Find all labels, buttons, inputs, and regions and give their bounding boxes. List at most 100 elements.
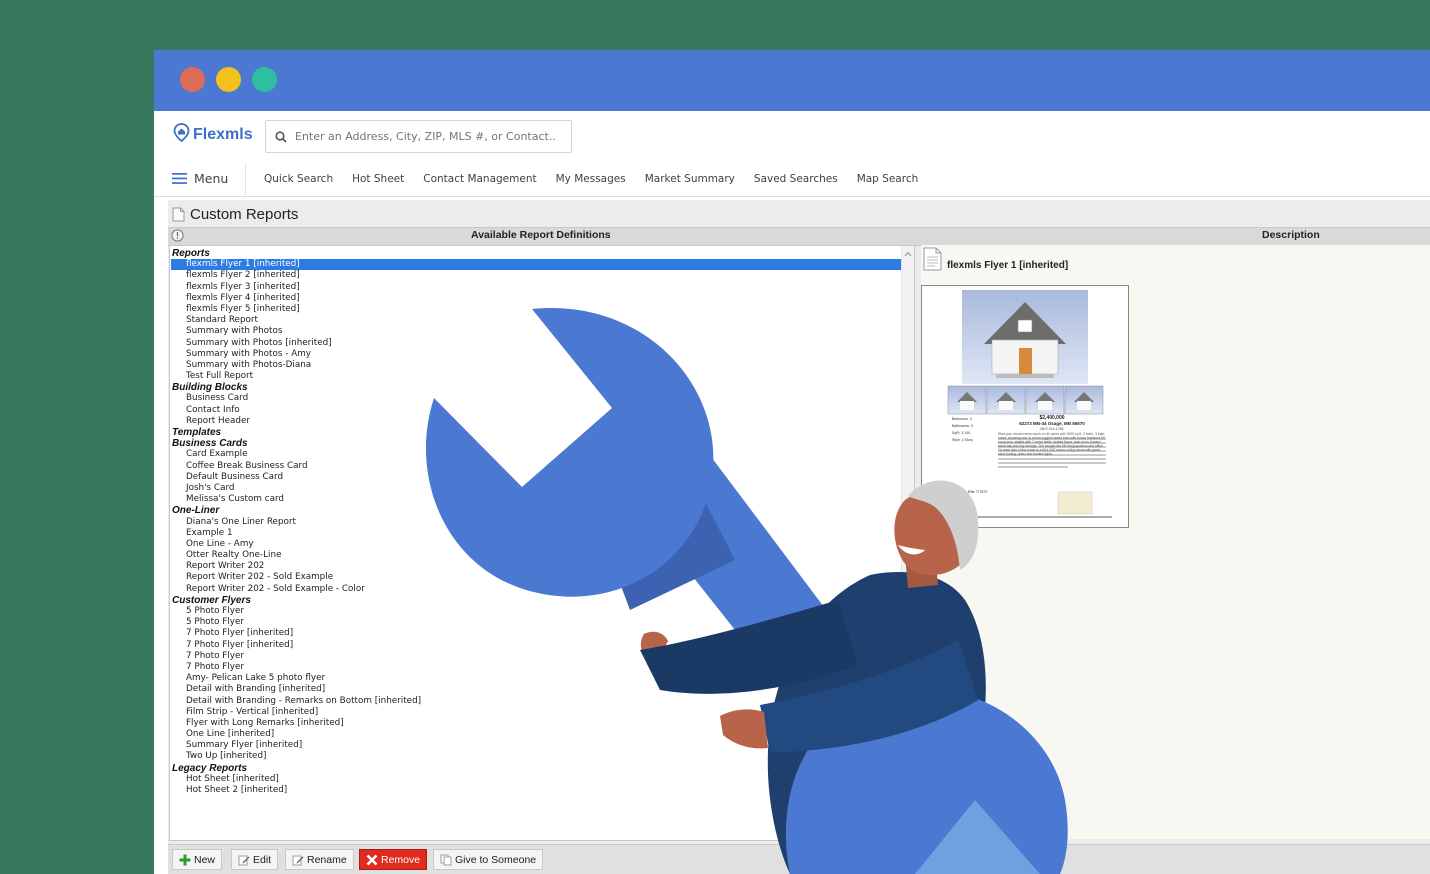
hamburger-icon (172, 173, 187, 184)
report-doc-icon (923, 247, 942, 275)
custom-reports-panel: Custom Reports Available Report Definiti… (168, 200, 1430, 874)
report-list-item[interactable]: One Line [inherited] (171, 729, 901, 740)
minimize-window-button[interactable] (216, 67, 241, 92)
zoom-window-button[interactable] (252, 67, 277, 92)
rename-button[interactable]: Rename (285, 849, 354, 870)
copy-icon (440, 854, 452, 866)
edit-button[interactable]: Edit (231, 849, 279, 870)
flyer-preview: $2,400,000 62273 MN-34 Osage, MN 56570 M… (921, 285, 1129, 528)
main-nav: Menu Quick Search Hot Sheet Contact Mana… (154, 161, 1430, 197)
nav-quick-search[interactable]: Quick Search (264, 173, 333, 185)
nav-hot-sheet[interactable]: Hot Sheet (352, 173, 404, 185)
report-toolbar: New Edit Rename Remove Give to Someone (168, 844, 1430, 874)
page-title: Custom Reports (190, 205, 299, 223)
report-list-item[interactable]: Film Strip - Vertical [inherited] (171, 707, 901, 718)
document-icon (172, 207, 185, 222)
report-group-header[interactable]: One-Liner (171, 505, 901, 516)
report-list-item[interactable]: Melissa's Custom card (171, 494, 901, 505)
list-scrollbar[interactable] (901, 246, 914, 840)
report-list-item[interactable]: Test Full Report (171, 371, 901, 382)
report-list-item[interactable]: Business Card (171, 393, 901, 404)
report-list-item[interactable]: Standard Report (171, 315, 901, 326)
edit-button-label: Edit (253, 853, 272, 866)
menu-button[interactable]: Menu (172, 161, 228, 196)
preview-footer: Listed Presentation of: Elite 777879 (932, 490, 988, 494)
report-group-header[interactable]: Business Cards (171, 438, 901, 449)
nav-map-search[interactable]: Map Search (857, 173, 919, 185)
report-list-item[interactable]: Summary with Photos - Amy (171, 349, 901, 360)
report-list-item[interactable]: Report Writer 202 (171, 561, 901, 572)
report-list-item[interactable]: flexmls Flyer 3 [inherited] (171, 282, 901, 293)
report-group-header[interactable]: Reports (171, 248, 901, 259)
x-icon (366, 854, 378, 866)
remove-button[interactable]: Remove (359, 849, 428, 870)
report-list-item[interactable]: 7 Photo Flyer (171, 651, 901, 662)
report-list-item[interactable]: Hot Sheet 2 [inherited] (171, 785, 901, 796)
report-list-item[interactable]: Diana's One Liner Report (171, 517, 901, 528)
nav-contact-management[interactable]: Contact Management (423, 173, 536, 185)
home-pin-icon (173, 123, 190, 147)
app-window: Flexmls Menu Quick Search Hot Sheet Cont… (154, 50, 1430, 874)
report-list-item[interactable]: Detail with Branding [inherited] (171, 684, 901, 695)
give-to-someone-button[interactable]: Give to Someone (433, 849, 544, 870)
preview-remarks: Start your dream home ranch on 60 acres … (998, 432, 1106, 456)
flexmls-logo[interactable]: Flexmls (173, 123, 253, 147)
report-group-header[interactable]: Templates (171, 427, 901, 438)
give-button-label: Give to Someone (455, 853, 537, 866)
report-list-item[interactable]: Example 1 (171, 528, 901, 539)
nav-my-messages[interactable]: My Messages (556, 173, 626, 185)
global-search[interactable] (265, 120, 572, 153)
info-icon[interactable] (171, 229, 184, 242)
page-title-row: Custom Reports (172, 204, 298, 224)
nav-divider (245, 163, 246, 195)
report-list-item[interactable]: Summary with Photos (171, 326, 901, 337)
report-list-item[interactable]: 7 Photo Flyer [inherited] (171, 628, 901, 639)
nav-saved-searches[interactable]: Saved Searches (754, 173, 838, 185)
column-header-row: Available Report Definitions Description (168, 227, 1430, 246)
report-list-item[interactable]: Otter Realty One-Line (171, 550, 901, 561)
report-list-item[interactable]: 7 Photo Flyer [inherited] (171, 640, 901, 651)
close-window-button[interactable] (180, 67, 205, 92)
thumbnail-strip (947, 385, 1104, 415)
report-list: Reports flexmls Flyer 1 [inherited] flexml… (171, 248, 901, 796)
report-list-item[interactable]: Amy- Pelican Lake 5 photo flyer (171, 673, 901, 684)
report-list-item[interactable]: Card Example (171, 449, 901, 460)
report-list-item[interactable]: 5 Photo Flyer (171, 606, 901, 617)
search-input[interactable] (293, 129, 557, 144)
selected-report-title: flexmls Flyer 1 [inherited] (947, 260, 1069, 271)
nav-links: Quick Search Hot Sheet Contact Managemen… (264, 161, 937, 196)
preview-fact: SqFt: 3,100 (952, 431, 971, 435)
report-list-item[interactable]: Josh's Card (171, 483, 901, 494)
report-list-item[interactable]: 5 Photo Flyer (171, 617, 901, 628)
preview-mls: MLS 414-1746 (1040, 427, 1064, 431)
report-list-item[interactable]: flexmls Flyer 4 [inherited] (171, 293, 901, 304)
report-list-item[interactable]: flexmls Flyer 2 [inherited] (171, 270, 901, 281)
report-list-item[interactable]: flexmls Flyer 1 [inherited] (171, 259, 901, 271)
report-list-item[interactable]: Contact Info (171, 405, 901, 416)
report-list-item[interactable]: Summary with Photos [inherited] (171, 338, 901, 349)
report-list-item[interactable]: Report Writer 202 - Sold Example (171, 572, 901, 583)
window-titlebar (154, 50, 1430, 111)
report-list-item[interactable]: Flyer with Long Remarks [inherited] (171, 718, 901, 729)
report-group-header[interactable]: Legacy Reports (171, 763, 901, 774)
report-list-item[interactable]: One Line - Amy (171, 539, 901, 550)
rename-button-label: Rename (307, 853, 347, 866)
report-list-item[interactable]: 7 Photo Flyer (171, 662, 901, 673)
report-list-item[interactable]: Report Writer 202 - Sold Example - Color (171, 584, 901, 595)
report-definitions-list[interactable]: Reports flexmls Flyer 1 [inherited] flexml… (169, 245, 915, 841)
report-list-item[interactable]: Hot Sheet [inherited] (171, 774, 901, 785)
report-group-header[interactable]: Customer Flyers (171, 595, 901, 606)
report-list-item[interactable]: flexmls Flyer 5 [inherited] (171, 304, 901, 315)
new-button[interactable]: New (172, 849, 223, 870)
report-group-header[interactable]: Building Blocks (171, 382, 901, 393)
report-list-item[interactable]: Summary with Photos-Diana (171, 360, 901, 371)
report-list-item[interactable]: Two Up [inherited] (171, 751, 901, 762)
report-list-item[interactable]: Report Header (171, 416, 901, 427)
report-list-item[interactable]: Coffee Break Business Card (171, 461, 901, 472)
report-list-item[interactable]: Detail with Branding - Remarks on Bottom… (171, 696, 901, 707)
report-list-item[interactable]: Summary Flyer [inherited] (171, 740, 901, 751)
nav-market-summary[interactable]: Market Summary (645, 173, 735, 185)
remove-button-label: Remove (381, 853, 421, 866)
report-list-item[interactable]: Default Business Card (171, 472, 901, 483)
rename-icon (292, 854, 304, 866)
